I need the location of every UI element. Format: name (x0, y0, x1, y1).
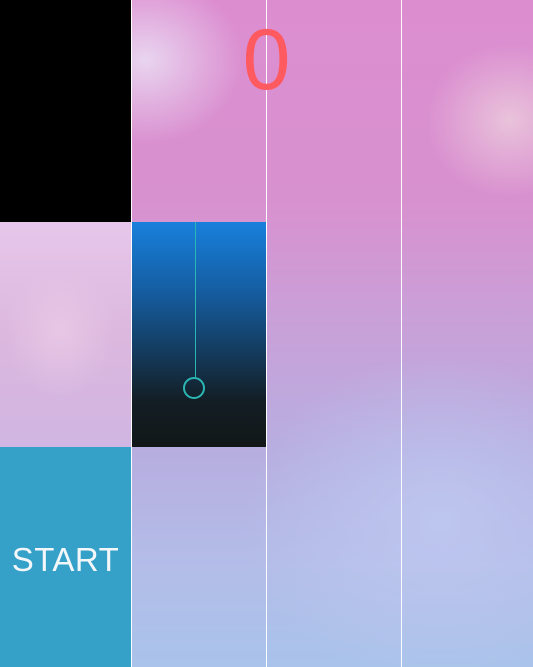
pink-tile (0, 222, 131, 447)
lane-divider (131, 0, 132, 667)
game-board[interactable]: START 0 (0, 0, 533, 667)
score-counter: 0 (242, 12, 291, 108)
hold-ring-icon (183, 377, 205, 399)
black-tile[interactable] (0, 0, 131, 222)
start-label: START (11, 541, 120, 578)
hold-track-line (195, 222, 196, 378)
start-button[interactable]: START (0, 447, 131, 667)
long-hold-tile[interactable] (132, 222, 266, 447)
lane-divider (401, 0, 402, 667)
